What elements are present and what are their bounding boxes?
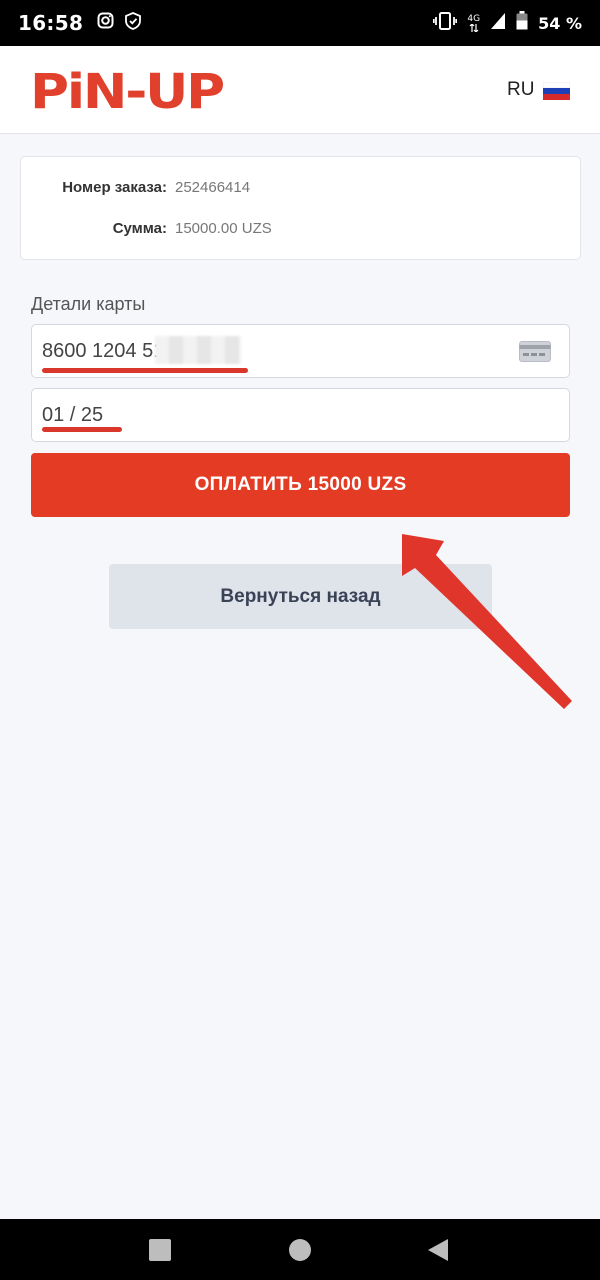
language-selector[interactable]: RU [507,79,534,101]
battery-icon [516,11,528,35]
home-icon[interactable] [289,1239,311,1261]
order-number-value: 252466414 [175,179,251,196]
order-summary-card: Номер заказа: 252466414 Сумма: 15000.00 … [20,156,581,260]
header: PiN-UP RU [0,46,600,134]
status-time: 16:58 [18,11,84,35]
vibrate-icon [433,11,458,35]
status-bar: 16:58 4G 54 % [0,0,600,46]
logo-text: PiN-UP [30,64,223,114]
instagram-icon [97,12,114,34]
signal-icon [490,12,506,35]
card-expiry-field[interactable]: 01 / 25 [31,388,570,442]
order-number-label: Номер заказа: [62,179,167,196]
back-icon[interactable] [427,1238,449,1267]
credit-card-icon [519,341,551,367]
pay-button[interactable]: ОПЛАТИТЬ 15000 UZS [31,453,570,517]
battery-percent: 54 % [538,13,582,33]
order-number-row: Номер заказа: 252466414 [21,179,250,196]
card-details-title: Детали карты [31,294,146,314]
order-sum-row: Сумма: 15000.00 UZS [21,220,272,237]
card-number-value: 8600 1204 51 [42,340,165,362]
card-number-underline [42,368,248,373]
go-back-button[interactable]: Вернуться назад [109,564,492,629]
recent-apps-icon[interactable] [149,1239,171,1261]
card-expiry-value: 01 / 25 [42,404,104,426]
network-indicator: 4G [467,13,481,32]
pin-up-logo[interactable]: PiN-UP [30,64,226,120]
navigation-bar [0,1219,600,1280]
russia-flag-icon[interactable] [543,82,570,100]
network-type: 4G [467,13,481,24]
card-expiry-underline [42,427,122,432]
logo-graphic: PiN-UP [30,64,226,120]
order-sum-value: 15000.00 UZS [175,220,272,237]
shield-icon [124,11,142,35]
card-number-mask [155,336,241,364]
order-sum-label: Сумма: [112,220,167,237]
